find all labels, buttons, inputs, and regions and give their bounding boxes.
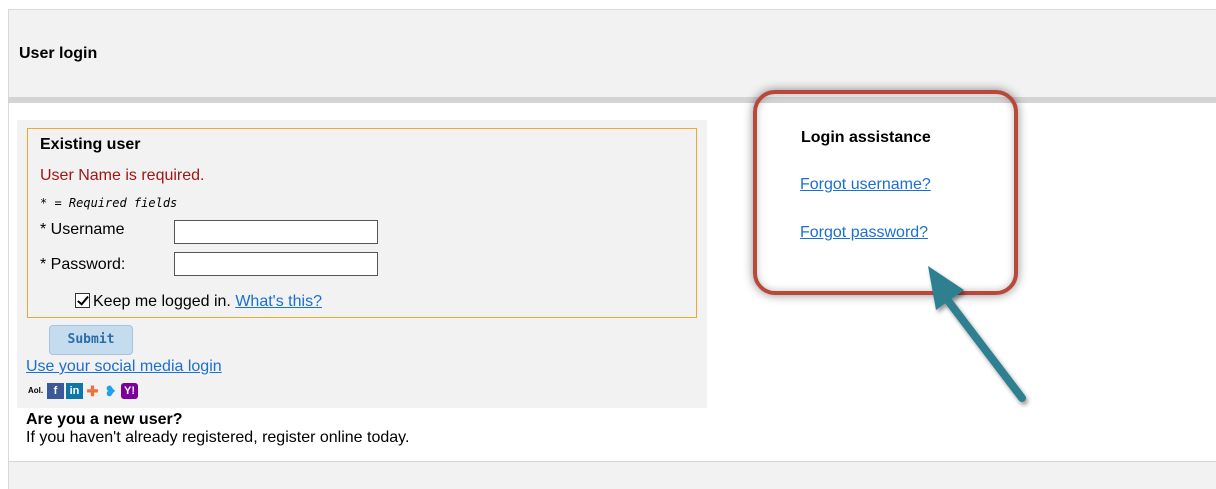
google-icon[interactable]: ✚ xyxy=(85,383,100,399)
twitter-icon[interactable]: ❥ xyxy=(102,383,119,399)
social-icons: Aol. f in ✚ ❥ Y! xyxy=(26,382,140,400)
facebook-icon[interactable]: f xyxy=(47,383,64,399)
password-label: * Password: xyxy=(40,256,126,273)
page-title: User login xyxy=(19,45,98,62)
new-user-text: If you haven't already registered, regis… xyxy=(26,429,410,446)
keep-logged-in-row: Keep me logged in. What's this? xyxy=(75,293,322,311)
new-user-heading: Are you a new user? xyxy=(26,411,183,428)
yahoo-icon[interactable]: Y! xyxy=(121,383,138,399)
username-input[interactable] xyxy=(174,220,378,244)
existing-user-box: Existing user User Name is required. * =… xyxy=(27,128,697,318)
keep-logged-in-checkbox[interactable] xyxy=(75,293,90,308)
keep-logged-in-label: Keep me logged in. xyxy=(93,293,231,310)
password-input[interactable] xyxy=(174,252,378,276)
validation-error: User Name is required. xyxy=(40,167,205,184)
existing-user-heading: Existing user xyxy=(40,136,141,153)
aol-icon[interactable]: Aol. xyxy=(26,383,45,399)
username-label: * Username xyxy=(40,221,125,238)
required-fields-note: * = Required fields xyxy=(40,196,178,210)
whats-this-link[interactable]: What's this? xyxy=(235,293,322,310)
submit-button[interactable]: Submit xyxy=(49,325,133,355)
annotation-arrow-icon xyxy=(928,266,1026,402)
footer-bar xyxy=(8,461,1216,489)
linkedin-icon[interactable]: in xyxy=(66,383,83,399)
page-header: User login xyxy=(8,9,1216,97)
social-media-login-link[interactable]: Use your social media login xyxy=(26,358,222,376)
